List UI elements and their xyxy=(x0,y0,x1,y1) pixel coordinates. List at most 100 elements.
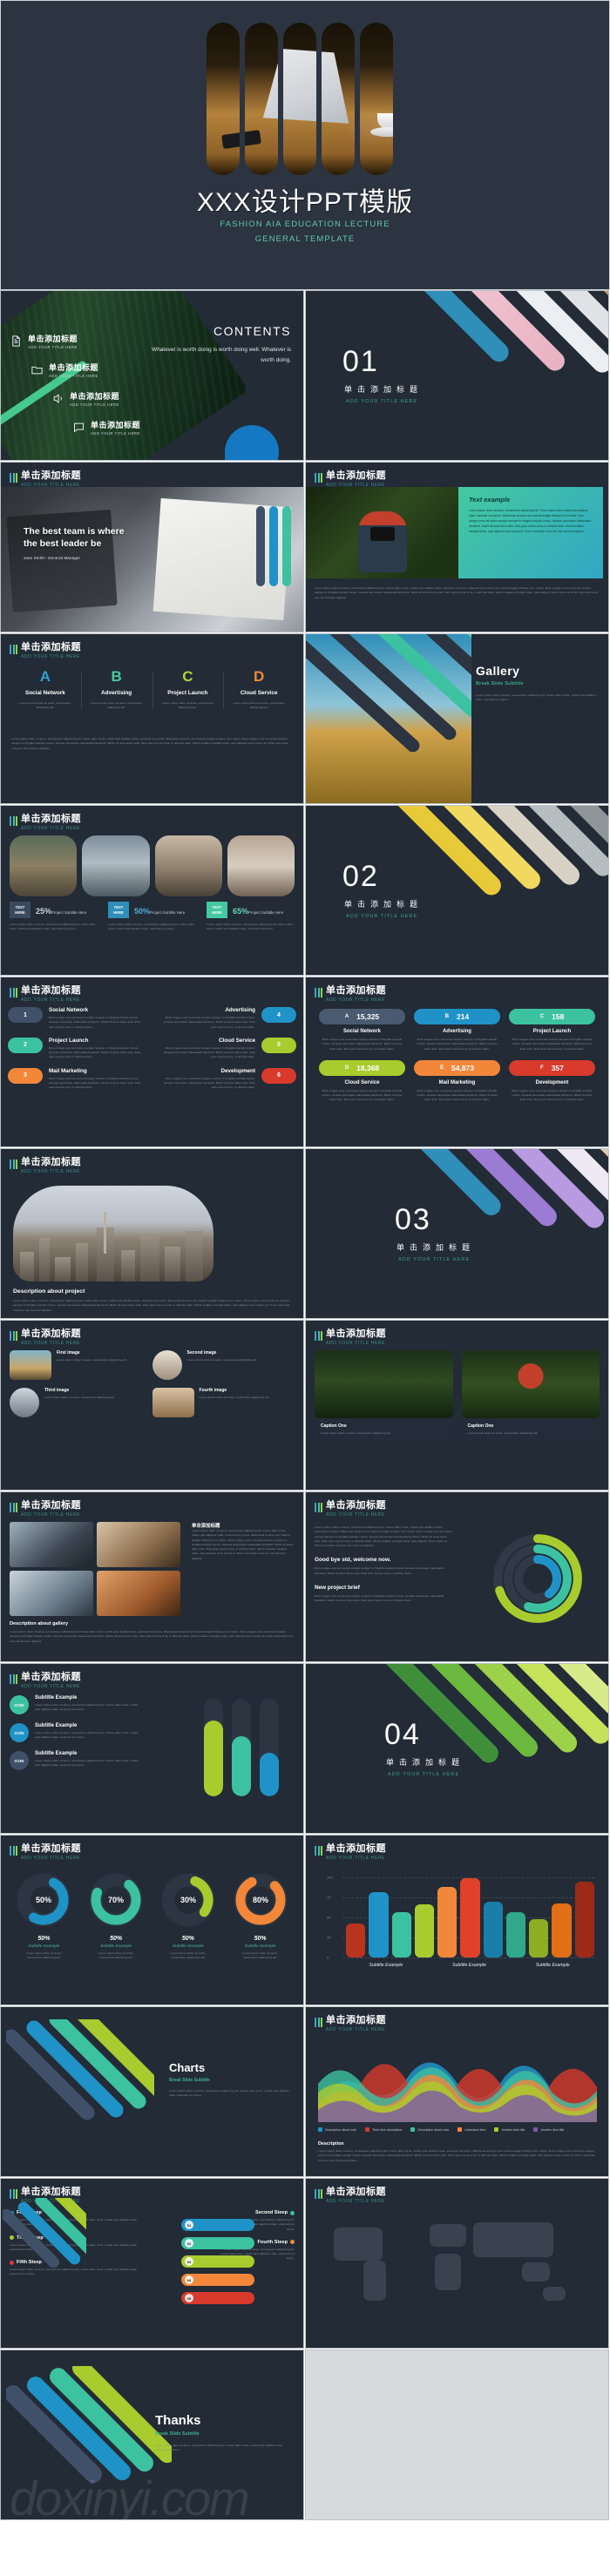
ladder-rung[interactable]: 05 xyxy=(181,2292,254,2304)
ladder-rung[interactable]: 03 xyxy=(181,2255,254,2268)
map-pin[interactable] xyxy=(444,2248,451,2258)
chart-bar[interactable] xyxy=(574,1881,594,1957)
cover-slide[interactable]: XXX设计PPT模版 FASHION AIA EDUCATION LECTURE… xyxy=(0,0,610,290)
image-step[interactable]: Fourth image Lorem ipsum dolor sit amet, … xyxy=(152,1388,295,1417)
slide-bar-chart[interactable]: 单击添加标题 ADD YOUR TITLE HERE 100 75 50 25 0 xyxy=(305,1835,609,2005)
slide-contents[interactable]: 单击添加标题 ADD YOUR TITLE HERE 单击添加标题 ADD YOUR… xyxy=(0,290,304,461)
slide-photo-gallery[interactable]: 单击添加标题 ADD YOUR TITLE HERE 单击添加标题 Lorem i… xyxy=(0,1491,304,1662)
legend-item[interactable]: Adventure item xyxy=(458,2127,485,2132)
slide-gallery-break[interactable]: Gallery Break Slide Subtitle Lorem ipsum… xyxy=(305,633,609,804)
chart-bar[interactable] xyxy=(437,1887,458,1957)
chart-bar[interactable] xyxy=(505,1911,526,1957)
tube-gauge[interactable] xyxy=(260,1699,279,1796)
gallery-thumb[interactable] xyxy=(10,835,78,896)
gallery-thumb[interactable] xyxy=(82,835,150,896)
chart-bar[interactable] xyxy=(346,1924,366,1957)
gallery-thumb[interactable] xyxy=(227,835,295,896)
slide-gallery-percent[interactable]: 单击添加标题 ADD YOUR TITLE HERE TEXT HERE 25%Pr… xyxy=(0,805,304,976)
map-pin[interactable] xyxy=(552,2292,559,2302)
slide-section-02[interactable]: 02 单击添加标题 ADD YOUR TITLE HERE xyxy=(305,805,609,976)
map-pin[interactable] xyxy=(529,2269,536,2279)
tube-gauge[interactable] xyxy=(204,1699,223,1796)
abcd-column[interactable]: C Project Launch Lorem ipsum dolor sit a… xyxy=(152,669,224,711)
donut-cell[interactable]: 80% 50% Subtitle Example Lorem ipsum dol… xyxy=(224,1873,296,1961)
image-step[interactable]: First image Lorem ipsum dolor sit amet, c… xyxy=(10,1350,152,1380)
slide-numbered-list[interactable]: 单击添加标题 ADD YOUR TITLE HERE 1 Social Netwo… xyxy=(0,977,304,1147)
map-pin[interactable] xyxy=(501,2238,508,2248)
slide-charts-break[interactable]: Charts Break Slide Subtitle Lorem ipsum … xyxy=(0,2006,304,2177)
slide-subtitle-tubes[interactable]: 单击添加标题 ADD YOUR TITLE HERE ICON Subtitle E… xyxy=(0,1663,304,1834)
slide-text-example[interactable]: 单击添加标题 ADD YOUR TITLE HERE Text example L… xyxy=(305,462,609,632)
chart-bar[interactable] xyxy=(391,1911,411,1957)
slide-image-steps[interactable]: 单击添加标题 ADD YOUR TITLE HERE First image Lor… xyxy=(0,1320,304,1491)
caption-card[interactable]: Caption One Lorem ipsum dolor sit amet, c… xyxy=(461,1350,600,1442)
chart-bar[interactable] xyxy=(483,1901,503,1957)
slide-quote[interactable]: 单击添加标题 ADD YOUR TITLE HERE The best team … xyxy=(0,462,304,632)
abcd-column[interactable]: B Advertising Lorem ipsum dolor sit amet… xyxy=(80,669,152,711)
contents-item[interactable]: 单击添加标题 ADD YOUR TITLE HERE xyxy=(10,333,166,349)
subtitle-row[interactable]: ICON Subtitle Example Lorem ipsum dolor si… xyxy=(10,1695,140,1714)
world-map[interactable] xyxy=(315,2212,600,2325)
gallery-photo-item[interactable] xyxy=(97,1571,180,1616)
data-pill-card[interactable]: A 15,325 Social Network Duis congue eros ve… xyxy=(315,1009,410,1051)
percent-card[interactable]: TEXT HERE 50%Project Subtitle Here Lorem … xyxy=(108,902,196,932)
legend-item[interactable]: Another item title xyxy=(494,2127,525,2132)
image-step[interactable]: Second image Lorem ipsum dolor sit amet, … xyxy=(152,1350,295,1380)
ladder-rung[interactable]: 04 xyxy=(181,2274,254,2286)
donut-cell[interactable]: 50% 50% Subtitle Example Lorem ipsum dol… xyxy=(8,1873,80,1961)
map-pin[interactable] xyxy=(461,2287,468,2296)
data-pill-card[interactable]: F 357 Development Duis congue eros vel lect… xyxy=(505,1059,600,1103)
legend-item[interactable]: Description about note xyxy=(318,2127,356,2132)
slide-project-description[interactable]: 单击添加标题 ADD YOUR TITLE HERE Description ab… xyxy=(0,1148,304,1319)
legend-item[interactable]: Third item description xyxy=(364,2127,402,2132)
chart-bar[interactable] xyxy=(369,1891,389,1957)
donut-cell[interactable]: 70% 50% Subtitle Example Lorem ipsum dol… xyxy=(80,1873,152,1961)
data-pill-card[interactable]: B 214 Advertising Duis congue eros vel lect… xyxy=(410,1009,505,1051)
ladder-rung[interactable]: 01 xyxy=(181,2219,254,2231)
image-step[interactable]: Third image Lorem ipsum dolor sit amet, c… xyxy=(10,1388,152,1417)
slide-world-map[interactable]: 单击添加标题 ADD YOUR TITLE HERE xyxy=(305,2178,609,2349)
legend-item[interactable]: Description about note xyxy=(410,2127,449,2132)
slide-area-chart[interactable]: 单击添加标题 ADD YOUR TITLE HERE Description ab… xyxy=(305,2006,609,2177)
chart-bar[interactable] xyxy=(552,1903,572,1957)
slide-thanks[interactable]: Thanks Break Slide Subtitle Lorem ipsum … xyxy=(0,2350,304,2520)
slide-ring-chart[interactable]: 单击添加标题 ADD YOUR TITLE HERE Lorem ipsum do… xyxy=(305,1491,609,1662)
gallery-photo-item[interactable] xyxy=(10,1522,93,1567)
legend-item[interactable]: Another item title xyxy=(533,2127,564,2132)
chart-bar[interactable] xyxy=(414,1904,435,1957)
slide-caption-cards[interactable]: 单击添加标题 ADD YOUR TITLE HERE Caption One Lor… xyxy=(305,1320,609,1491)
abcd-column[interactable]: A Social Network Lorem ipsum dolor sit a… xyxy=(10,669,81,711)
slide-donut-chart[interactable]: 单击添加标题 ADD YOUR TITLE HERE 50% 50% Subtit… xyxy=(0,1835,304,2005)
gallery-photo-item[interactable] xyxy=(97,1522,180,1567)
numbered-row[interactable]: 1 Social Network Duis congue eros vel lec… xyxy=(8,1007,296,1030)
abcd-column[interactable]: D Cloud Service Lorem ipsum dolor sit am… xyxy=(223,669,295,711)
data-pill-card[interactable]: E 54,873 Mail Marketing Duis congue eros ve… xyxy=(410,1059,505,1103)
contents-item[interactable]: 单击添加标题 ADD YOUR TITLE HERE xyxy=(72,419,166,436)
contents-item[interactable]: 单击添加标题 ADD YOUR TITLE HERE xyxy=(51,390,166,407)
slide-section-01[interactable]: 01 单击添加标题 ADD YOUR TITLE HERE xyxy=(305,290,609,461)
slide-steps[interactable]: 单击添加标题ADD YOUR TITLE HERE First SteepLor… xyxy=(0,2178,304,2349)
gallery-thumb[interactable] xyxy=(154,835,222,896)
caption-card[interactable]: Caption One Lorem ipsum dolor sit amet, c… xyxy=(315,1350,453,1442)
ladder-rung[interactable]: 02 xyxy=(181,2237,254,2249)
slide-section-04[interactable]: 04 单击添加标题 ADD YOUR TITLE HERE xyxy=(305,1663,609,1834)
slide-section-03[interactable]: 03 单击添加标题 ADD YOUR TITLE HERE xyxy=(305,1148,609,1319)
numbered-row[interactable]: 2 Project Launch Duis congue eros vel lec… xyxy=(8,1037,296,1060)
map-pin[interactable] xyxy=(405,2276,412,2286)
gallery-photo-item[interactable] xyxy=(10,1571,93,1616)
percent-card[interactable]: TEXT HERE 65%Project Subtitle Here Lorem … xyxy=(207,902,295,932)
chart-bar[interactable] xyxy=(460,1877,480,1957)
tube-gauge[interactable] xyxy=(232,1699,251,1796)
subtitle-row[interactable]: ICON Subtitle Example Lorem ipsum dolor si… xyxy=(10,1723,140,1742)
slide-abcd[interactable]: 单击添加标题 ADD YOUR TITLE HERE A Social Netwo… xyxy=(0,633,304,804)
percent-card[interactable]: TEXT HERE 25%Project Subtitle Here Lorem … xyxy=(10,902,98,932)
map-pin[interactable] xyxy=(367,2243,374,2253)
contents-item[interactable]: 单击添加标题 ADD YOUR TITLE HERE xyxy=(30,362,166,378)
data-pill-card[interactable]: C 158 Project Launch Duis congue eros vel l… xyxy=(505,1009,600,1051)
numbered-row[interactable]: 3 Mail Marketing Duis congue eros vel lec… xyxy=(8,1067,296,1091)
data-pill-card[interactable]: D 18,368 Cloud Service Duis congue eros vel… xyxy=(315,1059,410,1103)
subtitle-row[interactable]: ICON Subtitle Example Lorem ipsum dolor si… xyxy=(10,1751,140,1770)
slide-data-pills[interactable]: 单击添加标题 ADD YOUR TITLE HERE A 15,325 Social … xyxy=(305,977,609,1147)
chart-bar[interactable] xyxy=(529,1918,549,1957)
donut-cell[interactable]: 30% 50% Subtitle Example Lorem ipsum dol… xyxy=(152,1873,225,1961)
